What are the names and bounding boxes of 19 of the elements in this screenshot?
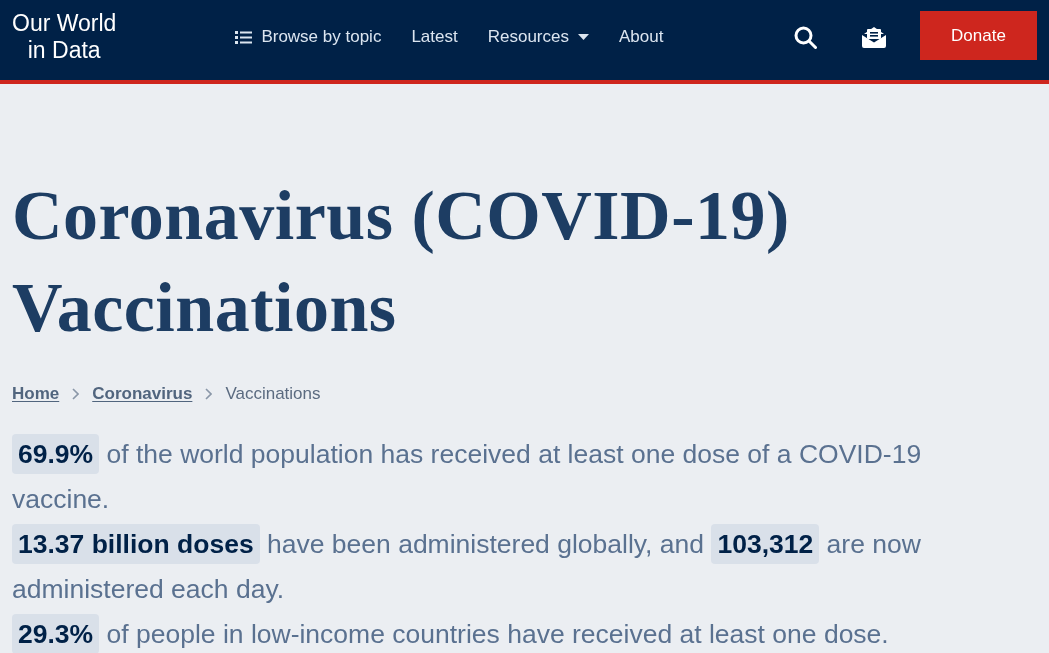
search-icon[interactable]: [794, 25, 817, 49]
summary-text: 29.3% of people in low-income countries have received at least one dose.: [12, 612, 977, 653]
breadcrumb-link[interactable]: Coronavirus: [92, 383, 193, 405]
chevron-icon: [205, 388, 213, 400]
breadcrumb-link[interactable]: Home: [12, 383, 60, 405]
site-logo[interactable]: Our World in Data: [12, 10, 117, 64]
envelope-icon[interactable]: [862, 26, 886, 48]
chevron-icon: [72, 388, 80, 400]
nav-dropdown[interactable]: Resources: [487, 27, 589, 47]
caret-icon: [577, 34, 589, 40]
summary-text: 13.37 billion doses have been administered globally, and 103,312 are now administered each day.: [12, 522, 977, 612]
summary-text: 69.9% of the world population has received at least one dose of a COVID-19 vaccine.: [12, 432, 977, 522]
list-icon: [235, 30, 253, 44]
nav-link[interactable]: About: [618, 27, 664, 47]
breadcrumb-current: Vaccinations: [225, 383, 321, 405]
nav-link[interactable]: Browse by topic: [235, 27, 382, 47]
page-title: Coronavirus (COVID-19) Vaccinations: [12, 176, 791, 348]
donate-button[interactable]: Donate: [920, 11, 1037, 60]
nav-link[interactable]: Latest: [411, 27, 458, 47]
